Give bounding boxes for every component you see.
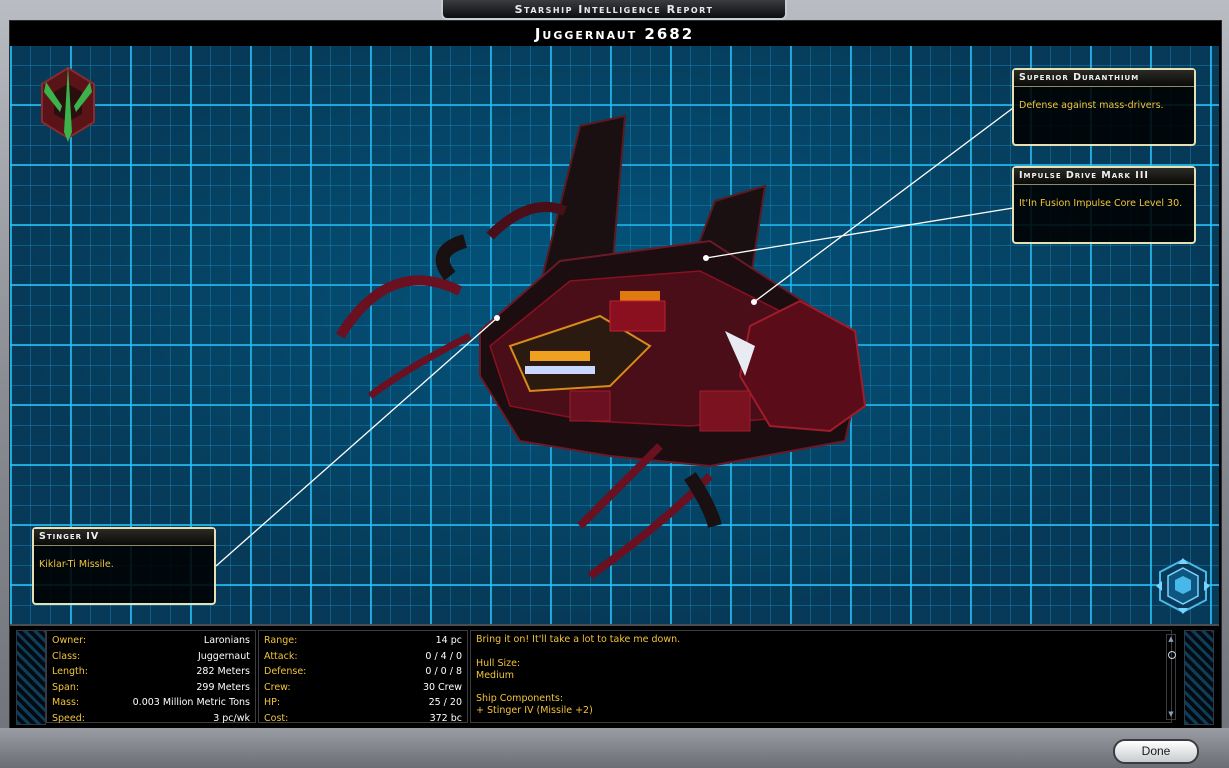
callout-weapon: Stinger IV Kiklar-Ti Missile.	[32, 527, 216, 605]
ship-display-grid: Superior Duranthium Defense against mass…	[10, 46, 1219, 624]
stat-speed: Speed: 3 pc/wk	[52, 712, 250, 724]
stat-attack: Attack: 0 / 4 / 0	[264, 650, 462, 662]
stat-range: Range: 14 pc	[264, 635, 462, 646]
ship-name-title: Juggernaut 2682	[10, 22, 1219, 46]
description-scrollbar[interactable]: ▲ ▼	[1166, 634, 1176, 720]
ship-stats-panel: Owner: Laronians Class: Juggernaut Length:…	[10, 624, 1219, 726]
right-hatch-decoration	[1184, 630, 1214, 725]
stat-mass: Mass: 0.003 Million Metric Tons	[52, 697, 250, 708]
stats-column-right: Range: 14 pc Attack: 0 / 4 / 0 Defense: 0 /…	[258, 630, 468, 724]
scroll-down-icon[interactable]: ▼	[1167, 710, 1175, 719]
scroll-up-icon[interactable]: ▲	[1167, 635, 1175, 644]
ship-model	[335, 114, 867, 580]
callout-drive-title: Impulse Drive Mark III	[1014, 168, 1194, 185]
callout-drive-description: It'In Fusion Impulse Core Level 30.	[1019, 198, 1183, 209]
rotate-view-icon[interactable]	[1156, 558, 1210, 614]
stats-column-left: Owner: Laronians Class: Juggernaut Length:…	[46, 630, 256, 724]
report-title: Starship Intelligence Report	[441, 0, 787, 20]
race-emblem-icon	[41, 66, 95, 142]
stat-hp: HP: 25 / 20	[264, 697, 462, 708]
callout-weapon-title: Stinger IV	[34, 529, 214, 546]
callout-drive: Impulse Drive Mark III It'In Fusion Impu…	[1012, 166, 1196, 244]
done-button[interactable]: Done	[1113, 739, 1199, 764]
left-hatch-decoration	[16, 630, 46, 725]
stat-span: Span: 299 Meters	[52, 681, 250, 693]
callout-armor: Superior Duranthium Defense against mass…	[1012, 68, 1196, 146]
components-label: Ship Components:	[476, 693, 564, 705]
stat-cost: Cost: 372 bc	[264, 712, 462, 724]
scroll-thumb[interactable]	[1168, 651, 1176, 659]
ship-quote: Bring it on! It'll take a lot to take me…	[476, 634, 681, 645]
stat-owner: Owner: Laronians	[52, 635, 250, 646]
stat-crew: Crew: 30 Crew	[264, 681, 462, 693]
callout-weapon-description: Kiklar-Ti Missile.	[39, 559, 114, 570]
stat-defense: Defense: 0 / 0 / 8	[264, 666, 462, 677]
ship-description-box[interactable]: Bring it on! It'll take a lot to take me…	[470, 630, 1172, 723]
connector-line-weapon	[215, 317, 498, 567]
stat-class: Class: Juggernaut	[52, 650, 250, 662]
stat-length: Length: 282 Meters	[52, 666, 250, 677]
bottom-bar	[0, 728, 1229, 768]
component-item: + Stinger IV (Missile +2)	[476, 705, 593, 717]
hull-size-label: Hull Size:	[476, 657, 521, 669]
connector-line-armor	[753, 107, 1014, 303]
callout-armor-description: Defense against mass-drivers.	[1019, 100, 1164, 111]
hull-size-value: Medium	[476, 669, 514, 681]
callout-armor-title: Superior Duranthium	[1014, 70, 1194, 87]
